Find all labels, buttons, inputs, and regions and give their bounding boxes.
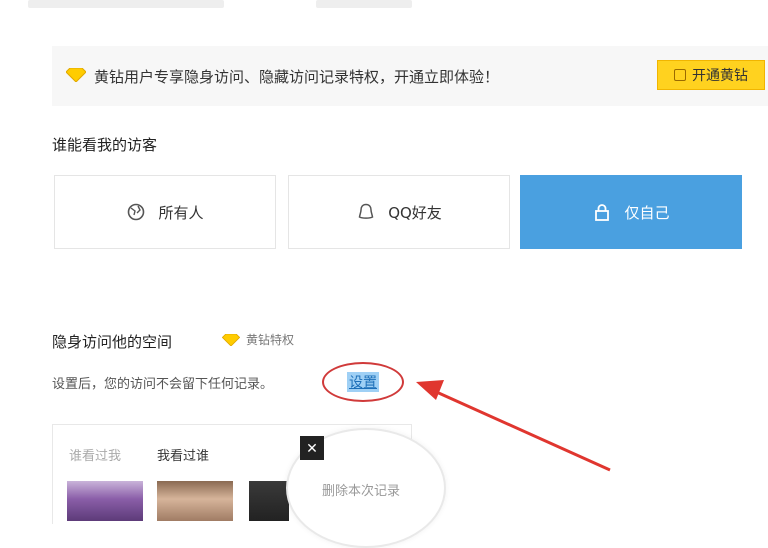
- faded-nav-item: [316, 0, 412, 8]
- option-everyone-label: 所有人: [158, 203, 204, 222]
- option-qq-friends-label: QQ好友: [388, 203, 442, 222]
- visitor-avatar[interactable]: [67, 481, 143, 521]
- delete-record-button[interactable]: 删除本次记录: [322, 480, 400, 499]
- vip-privilege-tag: 黄钻特权: [222, 331, 294, 348]
- invisible-visit-title: 隐身访问他的空间: [52, 333, 173, 351]
- invisible-description: 设置后，您的访问不会留下任何记录。: [52, 377, 274, 392]
- banner-text: 黄钻用户专享隐身访问、隐藏访问记录特权，开通立即体验！: [94, 68, 500, 86]
- settings-link[interactable]: 设置: [322, 362, 404, 402]
- tab-who-i-visited[interactable]: 我看过谁: [157, 445, 209, 464]
- open-vip-button[interactable]: 开通黄钻: [657, 60, 765, 90]
- option-everyone[interactable]: 所有人: [54, 175, 276, 249]
- option-only-me[interactable]: 仅自己: [520, 175, 742, 249]
- visitor-avatar[interactable]: [249, 481, 289, 521]
- red-arrow-annotation: [416, 380, 611, 472]
- vip-privilege-label: 黄钻特权: [246, 333, 295, 347]
- lock-icon: [595, 204, 610, 221]
- visitor-avatar[interactable]: [157, 481, 233, 521]
- settings-link-label: 设置: [347, 372, 379, 392]
- option-qq-friends[interactable]: QQ好友: [288, 175, 510, 249]
- person-icon: [358, 203, 374, 219]
- vip-card-icon: [674, 69, 686, 81]
- tab-who-visited-me[interactable]: 谁看过我: [69, 445, 121, 464]
- visibility-title: 谁能看我的访客: [52, 136, 158, 154]
- diamond-icon: [66, 68, 86, 82]
- top-strip: [0, 0, 768, 10]
- option-only-me-label: 仅自己: [624, 203, 670, 222]
- faded-nav-item: [28, 0, 224, 8]
- vip-banner: 黄钻用户专享隐身访问、隐藏访问记录特权，开通立即体验！ 开通黄钻: [52, 46, 768, 106]
- diamond-icon: [222, 333, 240, 346]
- globe-icon: [128, 203, 145, 221]
- open-vip-label: 开通黄钻: [692, 68, 748, 84]
- close-icon[interactable]: ✕: [300, 436, 324, 460]
